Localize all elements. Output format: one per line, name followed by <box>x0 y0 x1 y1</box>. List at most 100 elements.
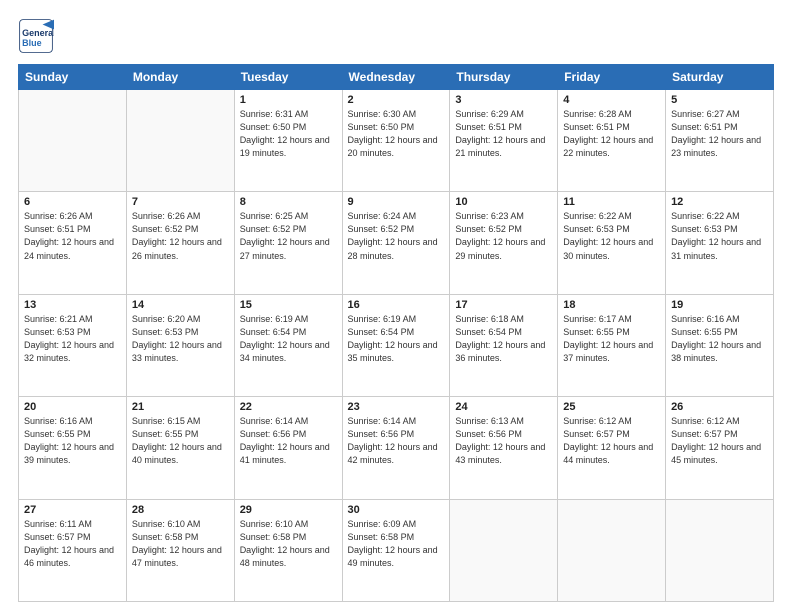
calendar-cell: 3Sunrise: 6:29 AM Sunset: 6:51 PM Daylig… <box>450 90 558 192</box>
calendar-cell: 29 Sunrise: 6:10 AM Sunset: 6:58 PM Dayli… <box>234 499 342 601</box>
calendar-cell: 8 Sunrise: 6:25 AM Sunset: 6:52 PM Daylig… <box>234 192 342 294</box>
day-number: 9 <box>348 196 445 208</box>
day-info: Sunrise: 6:18 AM Sunset: 6:54 PM Dayligh… <box>455 313 552 365</box>
day-number: 13 <box>24 299 121 311</box>
calendar-cell: 13 Sunrise: 6:21 AM Sunset: 6:53 PM Dayli… <box>19 294 127 396</box>
day-number: 29 <box>240 504 337 516</box>
weekday-header-row: SundayMondayTuesdayWednesdayThursdayFrid… <box>19 65 774 90</box>
day-number: 1 <box>240 94 337 106</box>
day-info: Sunrise: 6:15 AM Sunset: 6:55 PM Dayligh… <box>132 415 229 467</box>
day-number: 11 <box>563 196 660 208</box>
calendar-cell: 14Sunrise: 6:20 AM Sunset: 6:53 PM Dayli… <box>126 294 234 396</box>
day-number: 12 <box>671 196 768 208</box>
day-info: Sunrise: 6:11 AM Sunset: 6:57 PM Dayligh… <box>24 518 121 570</box>
calendar-cell: 22Sunrise: 6:14 AM Sunset: 6:56 PM Dayli… <box>234 397 342 499</box>
calendar-cell: 2 Sunrise: 6:30 AM Sunset: 6:50 PM Daylig… <box>342 90 450 192</box>
calendar-cell: 4 Sunrise: 6:28 AM Sunset: 6:51 PM Daylig… <box>558 90 666 192</box>
calendar-cell: 21 Sunrise: 6:15 AM Sunset: 6:55 PM Dayli… <box>126 397 234 499</box>
day-number: 6 <box>24 196 121 208</box>
day-number: 23 <box>348 401 445 413</box>
day-number: 8 <box>240 196 337 208</box>
calendar-cell: 15 Sunrise: 6:19 AM Sunset: 6:54 PM Dayli… <box>234 294 342 396</box>
calendar-cell <box>450 499 558 601</box>
day-number: 30 <box>348 504 445 516</box>
calendar-cell: 9 Sunrise: 6:24 AM Sunset: 6:52 PM Daylig… <box>342 192 450 294</box>
day-info: Sunrise: 6:12 AM Sunset: 6:57 PM Dayligh… <box>563 415 660 467</box>
day-info: Sunrise: 6:28 AM Sunset: 6:51 PM Dayligh… <box>563 108 660 160</box>
svg-text:Blue: Blue <box>22 38 42 48</box>
calendar-cell: 19Sunrise: 6:16 AM Sunset: 6:55 PM Dayli… <box>666 294 774 396</box>
weekday-header-friday: Friday <box>558 65 666 90</box>
calendar-week-row: 1 Sunrise: 6:31 AM Sunset: 6:50 PM Daylig… <box>19 90 774 192</box>
day-info: Sunrise: 6:13 AM Sunset: 6:56 PM Dayligh… <box>455 415 552 467</box>
day-info: Sunrise: 6:22 AM Sunset: 6:53 PM Dayligh… <box>563 210 660 262</box>
day-info: Sunrise: 6:16 AM Sunset: 6:55 PM Dayligh… <box>24 415 121 467</box>
day-number: 18 <box>563 299 660 311</box>
calendar-week-row: 13 Sunrise: 6:21 AM Sunset: 6:53 PM Dayli… <box>19 294 774 396</box>
day-info: Sunrise: 6:27 AM Sunset: 6:51 PM Dayligh… <box>671 108 768 160</box>
day-number: 10 <box>455 196 552 208</box>
calendar-cell: 28 Sunrise: 6:10 AM Sunset: 6:58 PM Dayli… <box>126 499 234 601</box>
day-number: 5 <box>671 94 768 106</box>
logo-icon: General Blue <box>18 18 54 54</box>
day-info: Sunrise: 6:10 AM Sunset: 6:58 PM Dayligh… <box>132 518 229 570</box>
calendar-table: SundayMondayTuesdayWednesdayThursdayFrid… <box>18 64 774 602</box>
calendar-cell: 26 Sunrise: 6:12 AM Sunset: 6:57 PM Dayli… <box>666 397 774 499</box>
calendar-cell <box>666 499 774 601</box>
day-info: Sunrise: 6:10 AM Sunset: 6:58 PM Dayligh… <box>240 518 337 570</box>
calendar-cell: 30Sunrise: 6:09 AM Sunset: 6:58 PM Dayli… <box>342 499 450 601</box>
calendar-cell: 18 Sunrise: 6:17 AM Sunset: 6:55 PM Dayli… <box>558 294 666 396</box>
calendar-cell: 11 Sunrise: 6:22 AM Sunset: 6:53 PM Dayli… <box>558 192 666 294</box>
calendar-cell <box>19 90 127 192</box>
day-info: Sunrise: 6:29 AM Sunset: 6:51 PM Dayligh… <box>455 108 552 160</box>
svg-text:General: General <box>22 28 54 38</box>
weekday-header-wednesday: Wednesday <box>342 65 450 90</box>
calendar-cell: 12 Sunrise: 6:22 AM Sunset: 6:53 PM Dayli… <box>666 192 774 294</box>
day-number: 7 <box>132 196 229 208</box>
day-info: Sunrise: 6:22 AM Sunset: 6:53 PM Dayligh… <box>671 210 768 262</box>
calendar-cell: 10Sunrise: 6:23 AM Sunset: 6:52 PM Dayli… <box>450 192 558 294</box>
day-info: Sunrise: 6:30 AM Sunset: 6:50 PM Dayligh… <box>348 108 445 160</box>
calendar-cell <box>558 499 666 601</box>
day-number: 28 <box>132 504 229 516</box>
calendar-cell: 27Sunrise: 6:11 AM Sunset: 6:57 PM Dayli… <box>19 499 127 601</box>
calendar-cell: 6 Sunrise: 6:26 AM Sunset: 6:51 PM Daylig… <box>19 192 127 294</box>
calendar-cell: 24 Sunrise: 6:13 AM Sunset: 6:56 PM Dayli… <box>450 397 558 499</box>
day-number: 4 <box>563 94 660 106</box>
weekday-header-saturday: Saturday <box>666 65 774 90</box>
calendar-cell: 23 Sunrise: 6:14 AM Sunset: 6:56 PM Dayli… <box>342 397 450 499</box>
calendar-week-row: 20 Sunrise: 6:16 AM Sunset: 6:55 PM Dayli… <box>19 397 774 499</box>
day-number: 2 <box>348 94 445 106</box>
day-info: Sunrise: 6:26 AM Sunset: 6:51 PM Dayligh… <box>24 210 121 262</box>
day-info: Sunrise: 6:31 AM Sunset: 6:50 PM Dayligh… <box>240 108 337 160</box>
calendar-cell: 20 Sunrise: 6:16 AM Sunset: 6:55 PM Dayli… <box>19 397 127 499</box>
day-info: Sunrise: 6:26 AM Sunset: 6:52 PM Dayligh… <box>132 210 229 262</box>
day-number: 26 <box>671 401 768 413</box>
calendar-cell: 25Sunrise: 6:12 AM Sunset: 6:57 PM Dayli… <box>558 397 666 499</box>
day-number: 15 <box>240 299 337 311</box>
calendar-cell: 16Sunrise: 6:19 AM Sunset: 6:54 PM Dayli… <box>342 294 450 396</box>
weekday-header-thursday: Thursday <box>450 65 558 90</box>
day-number: 20 <box>24 401 121 413</box>
calendar-cell: 5 Sunrise: 6:27 AM Sunset: 6:51 PM Daylig… <box>666 90 774 192</box>
day-number: 14 <box>132 299 229 311</box>
day-number: 22 <box>240 401 337 413</box>
day-info: Sunrise: 6:19 AM Sunset: 6:54 PM Dayligh… <box>240 313 337 365</box>
day-info: Sunrise: 6:21 AM Sunset: 6:53 PM Dayligh… <box>24 313 121 365</box>
page: General Blue SundayMondayTuesdayWednesda… <box>0 0 792 612</box>
day-number: 19 <box>671 299 768 311</box>
day-info: Sunrise: 6:24 AM Sunset: 6:52 PM Dayligh… <box>348 210 445 262</box>
day-number: 21 <box>132 401 229 413</box>
calendar-cell: 17Sunrise: 6:18 AM Sunset: 6:54 PM Dayli… <box>450 294 558 396</box>
day-info: Sunrise: 6:25 AM Sunset: 6:52 PM Dayligh… <box>240 210 337 262</box>
calendar-week-row: 6 Sunrise: 6:26 AM Sunset: 6:51 PM Daylig… <box>19 192 774 294</box>
day-info: Sunrise: 6:14 AM Sunset: 6:56 PM Dayligh… <box>348 415 445 467</box>
day-number: 24 <box>455 401 552 413</box>
calendar-week-row: 27Sunrise: 6:11 AM Sunset: 6:57 PM Dayli… <box>19 499 774 601</box>
weekday-header-tuesday: Tuesday <box>234 65 342 90</box>
day-info: Sunrise: 6:17 AM Sunset: 6:55 PM Dayligh… <box>563 313 660 365</box>
day-info: Sunrise: 6:19 AM Sunset: 6:54 PM Dayligh… <box>348 313 445 365</box>
calendar-cell: 1 Sunrise: 6:31 AM Sunset: 6:50 PM Daylig… <box>234 90 342 192</box>
day-info: Sunrise: 6:12 AM Sunset: 6:57 PM Dayligh… <box>671 415 768 467</box>
header: General Blue <box>18 18 774 54</box>
